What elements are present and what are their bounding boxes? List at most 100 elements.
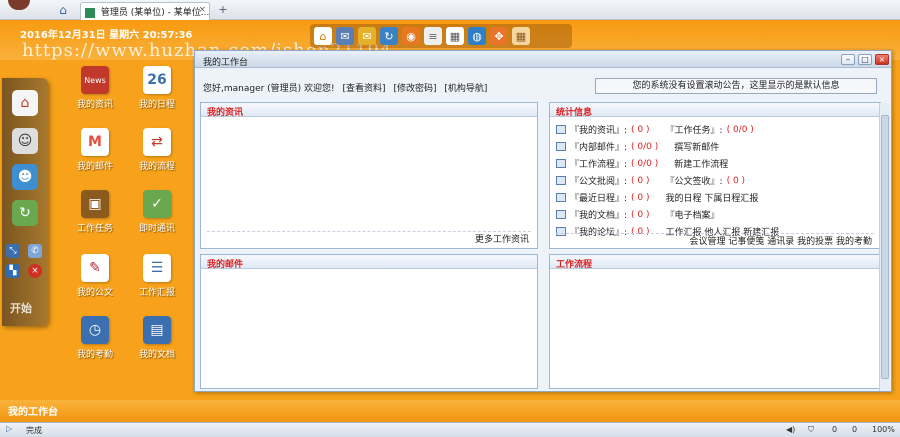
clock-icon: ◷	[81, 316, 109, 344]
stat-label[interactable]: 『最近日程』:	[570, 191, 627, 204]
desktop-icon-im[interactable]: ✓ 即时通讯	[132, 190, 182, 234]
close-icon[interactable]: ×	[28, 264, 42, 278]
refresh-icon[interactable]: ↻	[12, 200, 38, 226]
change-password-link[interactable]: [修改密码]	[393, 84, 436, 94]
item-icon	[556, 142, 566, 151]
note-icon[interactable]: ≡	[424, 27, 442, 45]
status-count-1: 0	[832, 425, 838, 434]
left-dock: ⌂ ☺ ☻ ↻ ⤡ ✆ ▚ × 开始	[2, 78, 48, 326]
desktop-icon-workflow[interactable]: ⇄ 我的流程	[132, 128, 182, 172]
home-icon[interactable]: ⌂	[314, 27, 332, 45]
status-text: 完成	[26, 426, 42, 435]
desktop-icon-label: 我的流程	[138, 162, 175, 172]
stat-label[interactable]: 『内部邮件』:	[570, 140, 627, 153]
stat-count-secondary: ( 0 )	[726, 175, 746, 186]
panel-title: 工作流程	[550, 255, 880, 270]
more-news-link[interactable]: 更多工作资讯	[475, 232, 529, 245]
expand-icon[interactable]: ✥	[490, 27, 508, 45]
stat-count: ( 0 )	[631, 226, 650, 237]
desktop-icon-mail[interactable]: M 我的邮件	[70, 128, 120, 172]
favicon-icon	[85, 7, 95, 18]
mail-icon[interactable]: ✉	[336, 27, 354, 45]
stat-label[interactable]: 『公文批阅』:	[570, 174, 627, 187]
desktop-icon-label: 我的日程	[138, 100, 175, 110]
stat-label[interactable]: 『工作流程』:	[570, 157, 627, 170]
desktop-icon-files[interactable]: ▤ 我的文档	[132, 316, 182, 360]
desktop-icon-label: 我的邮件	[76, 162, 113, 172]
stat-label-secondary[interactable]: 『电子档案』	[666, 208, 720, 221]
desktop-icon-label: 我的公文	[76, 288, 113, 298]
stat-label-secondary[interactable]: 新建工作流程	[674, 157, 728, 170]
speaker-icon[interactable]: ◀)	[786, 425, 795, 434]
desktop-icon-label: 我的文档	[138, 350, 175, 360]
grid-icon[interactable]: ▦	[512, 27, 530, 45]
panel-title: 统计信息	[550, 103, 880, 118]
desktop-icon-report[interactable]: ☰ 工作汇报	[132, 254, 182, 298]
stat-row[interactable]: 『我的文档』: ( 0 ) 『电子档案』	[556, 208, 724, 221]
taskbar-workbench[interactable]: 我的工作台	[8, 403, 58, 418]
stat-row[interactable]: 『工作流程』: ( 0/0 ) 新建工作流程	[556, 157, 732, 170]
desktop-icon-label: 工作任务	[76, 224, 113, 234]
minimize-button[interactable]: –	[841, 54, 855, 65]
news-icon: News	[81, 66, 109, 94]
globe-icon[interactable]: ◍	[468, 27, 486, 45]
stat-label-secondary[interactable]: 我的日程 下属日程汇报	[666, 191, 759, 204]
stat-label[interactable]: 『我的文档』:	[570, 208, 627, 221]
windows-icon[interactable]: ▚	[6, 264, 20, 278]
notice-banner: 您的系统没有设置滚动公告，这里显示的是默认信息	[595, 78, 877, 94]
desktop-icon-doc[interactable]: ✎ 我的公文	[70, 254, 120, 298]
toolbar: ⌂ ✉ ✉ ↻ ◉ ≡ ▦ ◍ ✥ ▦	[310, 24, 572, 48]
desktop-icon-task[interactable]: ▣ 工作任务	[70, 190, 120, 234]
desktop-icon-news[interactable]: News 我的资讯	[70, 66, 120, 110]
shield-icon: ⛉	[808, 425, 814, 434]
envelope-icon[interactable]: ✉	[358, 27, 376, 45]
org-nav-link[interactable]: [机构导航]	[444, 84, 487, 94]
maximize-button[interactable]: □	[858, 54, 872, 65]
rss-icon[interactable]: ◉	[402, 27, 420, 45]
new-tab-button[interactable]: +	[214, 3, 232, 17]
pen-icon: ✎	[81, 254, 109, 282]
avatar-icon[interactable]: ☺	[12, 128, 38, 154]
desktop-icon-label: 我的考勤	[76, 350, 113, 360]
user-avatar[interactable]	[8, 0, 30, 10]
stat-row[interactable]: 『内部邮件』: ( 0/0 ) 撰写新邮件	[556, 140, 723, 153]
browser-tab[interactable]: 管理员 (某单位) - 某单位... ×	[80, 2, 210, 20]
view-profile-link[interactable]: [查看资料]	[343, 84, 386, 94]
calendar-icon[interactable]: ▦	[446, 27, 464, 45]
close-tab-icon[interactable]: ×	[198, 5, 206, 15]
window-titlebar[interactable]: 我的工作台 – □ ×	[195, 51, 891, 68]
refresh-icon[interactable]: ↻	[380, 27, 398, 45]
mail-icon: M	[81, 128, 109, 156]
panel-workflow: 工作流程	[549, 254, 881, 389]
document-icon: ▤	[143, 316, 171, 344]
browser-tab-bar: ⌂ 管理员 (某单位) - 某单位... × +	[0, 0, 900, 20]
stat-count-secondary: ( 0/0 )	[726, 124, 754, 135]
stat-label[interactable]: 『我的论坛』:	[570, 225, 627, 238]
quick-links[interactable]: 会议管理 记事便笺 通讯录 我的投票 我的考勤	[690, 234, 872, 247]
desktop-icon-attendance[interactable]: ◷ 我的考勤	[70, 316, 120, 360]
desktop-icon-schedule[interactable]: 26 我的日程	[132, 66, 182, 110]
users-icon[interactable]: ☻	[12, 164, 38, 190]
stat-row[interactable]: 『公文批阅』:( 0 ) 『公文签收』:( 0 )	[556, 174, 745, 187]
zoom-level[interactable]: 100%	[872, 425, 895, 434]
status-count-2: 0	[852, 425, 858, 434]
resize-icon[interactable]: ⤡	[6, 244, 20, 258]
workflow-icon: ⇄	[143, 128, 171, 156]
stat-row[interactable]: 『最近日程』: ( 0 ) 我的日程 下属日程汇报	[556, 191, 762, 204]
stat-row[interactable]: 『我的资讯』: ( 0 ) 『工作任务』:( 0/0 )	[556, 123, 754, 136]
home-icon[interactable]: ⌂	[55, 3, 71, 17]
close-button[interactable]: ×	[875, 54, 889, 65]
scrollbar[interactable]	[879, 103, 890, 391]
stat-count: ( 0 )	[631, 192, 650, 203]
stat-label-secondary[interactable]: 撰写新邮件	[674, 140, 719, 153]
start-label[interactable]: 开始	[10, 300, 32, 316]
page-icon: ▷	[6, 424, 13, 433]
scrollbar-thumb[interactable]	[881, 115, 889, 379]
stat-label-secondary[interactable]: 『工作任务』:	[666, 123, 723, 136]
stat-label-secondary[interactable]: 『公文签收』:	[666, 174, 723, 187]
phone-icon[interactable]: ✆	[28, 244, 42, 258]
home-icon[interactable]: ⌂	[12, 90, 38, 116]
stat-label[interactable]: 『我的资讯』:	[570, 123, 627, 136]
stat-count: ( 0 )	[631, 124, 650, 135]
panel-title: 我的邮件	[201, 255, 537, 270]
